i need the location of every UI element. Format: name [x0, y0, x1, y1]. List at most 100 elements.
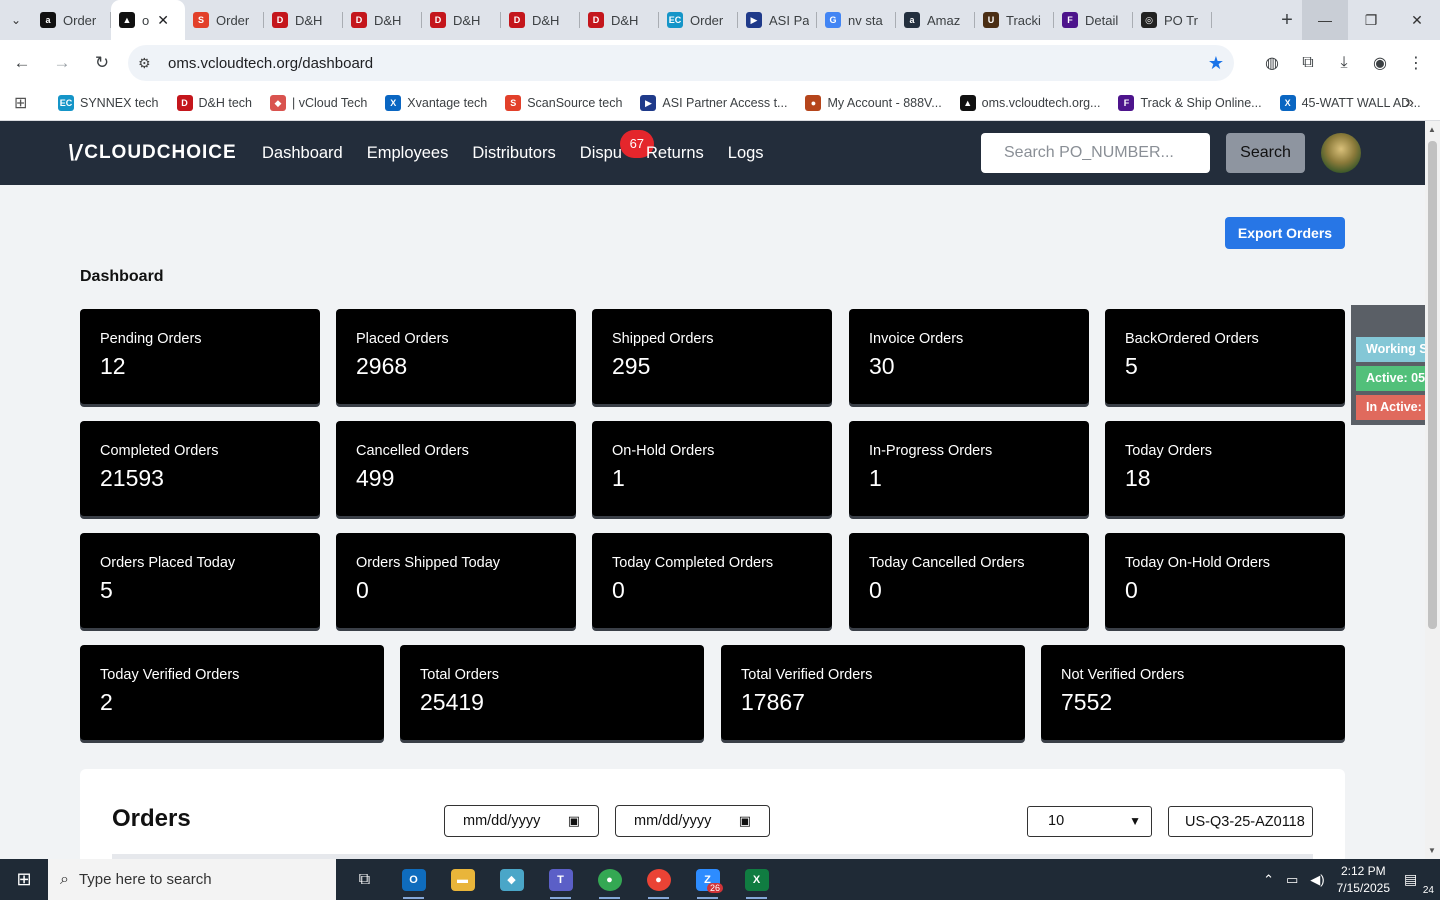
stat-card[interactable]: Shipped Orders 295: [592, 309, 832, 404]
stat-card[interactable]: In-Progress Orders 1: [849, 421, 1089, 516]
page-size-select[interactable]: 10 ▼: [1027, 806, 1152, 837]
scroll-thumb[interactable]: [1428, 141, 1437, 629]
bookmark-star-icon[interactable]: ★: [1208, 53, 1224, 74]
browser-tab[interactable]: F Detail: [1054, 0, 1133, 40]
forward-arrow-icon[interactable]: →: [44, 45, 80, 81]
notifications-icon[interactable]: ▤ 24: [1404, 871, 1440, 896]
browser-tab[interactable]: ◎ PO Tr: [1133, 0, 1212, 40]
download-icon[interactable]: ⤓: [1326, 45, 1362, 81]
scroll-up-arrow-icon[interactable]: ▲: [1428, 125, 1436, 134]
stat-card[interactable]: Total Orders 25419: [400, 645, 704, 740]
search-button[interactable]: Search: [1226, 133, 1305, 173]
bookmark-item[interactable]: ◆ | vCloud Tech: [270, 95, 367, 111]
nav-distributors[interactable]: Distributors: [472, 144, 555, 163]
browser-tab[interactable]: S Order: [185, 0, 264, 40]
po-filter-input[interactable]: [1168, 806, 1313, 837]
stat-card[interactable]: Today Cancelled Orders 0: [849, 533, 1089, 628]
browser-tab[interactable]: Gnv sta: [817, 0, 896, 40]
restore-icon[interactable]: ❐: [1348, 0, 1394, 40]
nav-disputes[interactable]: Dispu 67: [580, 129, 654, 163]
calendar-icon[interactable]: ▣: [568, 813, 580, 829]
omnibox[interactable]: ⚙ oms.vcloudtech.org/dashboard ★: [128, 45, 1234, 81]
bookmark-item[interactable]: F Track & Ship Online...: [1118, 95, 1262, 111]
browser-tab[interactable]: D D&H: [501, 0, 580, 40]
browser-tab[interactable]: D D&H: [422, 0, 501, 40]
browser-tab[interactable]: D D&H: [264, 0, 343, 40]
kebab-menu-icon[interactable]: ⋮: [1398, 45, 1434, 81]
windows-start-icon[interactable]: ⊞: [0, 859, 48, 900]
stat-card[interactable]: Completed Orders 21593: [80, 421, 320, 516]
bookmark-item[interactable]: X 45-WATT WALL AD...: [1279, 95, 1421, 111]
more-bookmarks-chevron-icon[interactable]: »: [1405, 94, 1414, 112]
bookmark-item[interactable]: ● My Account - 888V...: [805, 95, 942, 111]
translate-globe-icon[interactable]: ◍: [1254, 45, 1290, 81]
nav-employees[interactable]: Employees: [367, 144, 449, 163]
browser-tab[interactable]: ▶ ASI Pa: [738, 0, 817, 40]
bookmark-item[interactable]: D D&H tech: [176, 95, 252, 111]
back-arrow-icon[interactable]: ←: [4, 45, 40, 81]
reload-icon[interactable]: ↻: [84, 45, 120, 81]
browser-tab[interactable]: a Amaz: [896, 0, 975, 40]
bookmark-item[interactable]: S ScanSource tech: [505, 95, 622, 111]
new-tab-plus-icon[interactable]: +: [1272, 9, 1302, 32]
stat-card[interactable]: Orders Shipped Today 0: [336, 533, 576, 628]
stat-card[interactable]: Today Orders 18: [1105, 421, 1345, 516]
bookmark-item[interactable]: EC SYNNEX tech: [58, 95, 159, 111]
bookmark-item[interactable]: ▶ ASI Partner Access t...: [640, 95, 787, 111]
stat-card[interactable]: Orders Placed Today 5: [80, 533, 320, 628]
nav-logs[interactable]: Logs: [728, 144, 764, 163]
close-tab-icon[interactable]: ✕: [157, 12, 169, 29]
browser-tab[interactable]: D D&H: [580, 0, 659, 40]
calendar-icon[interactable]: ▣: [739, 813, 751, 829]
nav-returns[interactable]: Returns: [646, 144, 704, 163]
stat-card[interactable]: Placed Orders 2968: [336, 309, 576, 404]
po-search-input[interactable]: [981, 133, 1210, 173]
taskbar-search[interactable]: ⌕ Type here to search: [48, 859, 336, 900]
browser-tab[interactable]: EC Order: [659, 0, 738, 40]
stat-card[interactable]: Pending Orders 12: [80, 309, 320, 404]
minimize-icon[interactable]: —: [1302, 0, 1348, 40]
chrome-profile-icon[interactable]: ●: [634, 859, 683, 900]
url-text[interactable]: oms.vcloudtech.org/dashboard: [168, 55, 1208, 72]
stat-card[interactable]: Not Verified Orders 7552: [1041, 645, 1345, 740]
date-from-input[interactable]: mm/dd/yyyy ▣: [444, 805, 599, 837]
tray-chevron-up-icon[interactable]: ⌃: [1263, 872, 1274, 888]
task-view-icon[interactable]: ⧉: [340, 859, 389, 900]
chrome-icon[interactable]: ●: [585, 859, 634, 900]
stat-card[interactable]: Today Verified Orders 2: [80, 645, 384, 740]
profile-icon[interactable]: ◉: [1362, 45, 1398, 81]
apps-grid-icon[interactable]: ⊞: [14, 93, 40, 113]
extensions-puzzle-icon[interactable]: ⧉: [1290, 45, 1326, 81]
nav-dashboard[interactable]: Dashboard: [262, 144, 343, 163]
cloudchoice-logo[interactable]: \/ CLOUDCHOICE: [68, 140, 236, 166]
page-scrollbar[interactable]: ▲ ▼: [1425, 121, 1440, 859]
excel-icon[interactable]: X: [732, 859, 781, 900]
stat-card[interactable]: On-Hold Orders 1: [592, 421, 832, 516]
tab-search-chevron-icon[interactable]: ⌄: [0, 0, 32, 40]
browser-tab[interactable]: D D&H: [343, 0, 422, 40]
browser-tab[interactable]: a Order: [32, 0, 111, 40]
site-info-icon[interactable]: ⚙: [138, 55, 160, 72]
date-to-input[interactable]: mm/dd/yyyy ▣: [615, 805, 770, 837]
stat-card[interactable]: Today Completed Orders 0: [592, 533, 832, 628]
network-icon[interactable]: ▭: [1286, 872, 1298, 888]
user-avatar[interactable]: [1321, 133, 1361, 173]
stat-card[interactable]: Cancelled Orders 499: [336, 421, 576, 516]
scroll-down-arrow-icon[interactable]: ▼: [1428, 846, 1436, 855]
close-window-icon[interactable]: ✕: [1394, 0, 1440, 40]
system-clock[interactable]: 2:12 PM 7/15/2025: [1337, 863, 1390, 897]
bookmark-item[interactable]: X Xvantage tech: [385, 95, 487, 111]
vpn-app-icon[interactable]: ◆: [487, 859, 536, 900]
bookmark-item[interactable]: ▲ oms.vcloudtech.org...: [959, 95, 1100, 111]
file-explorer-icon[interactable]: ▬: [438, 859, 487, 900]
volume-icon[interactable]: ◀): [1310, 872, 1324, 888]
stat-card[interactable]: Today On-Hold Orders 0: [1105, 533, 1345, 628]
stat-card[interactable]: Invoice Orders 30: [849, 309, 1089, 404]
export-orders-button[interactable]: Export Orders: [1225, 217, 1345, 249]
browser-tab[interactable]: U Tracki: [975, 0, 1054, 40]
outlook-icon[interactable]: O: [389, 859, 438, 900]
teams-icon[interactable]: T: [536, 859, 585, 900]
stat-card[interactable]: BackOrdered Orders 5: [1105, 309, 1345, 404]
stat-card[interactable]: Total Verified Orders 17867: [721, 645, 1025, 740]
browser-tab[interactable]: ▲ o ✕: [111, 0, 185, 40]
